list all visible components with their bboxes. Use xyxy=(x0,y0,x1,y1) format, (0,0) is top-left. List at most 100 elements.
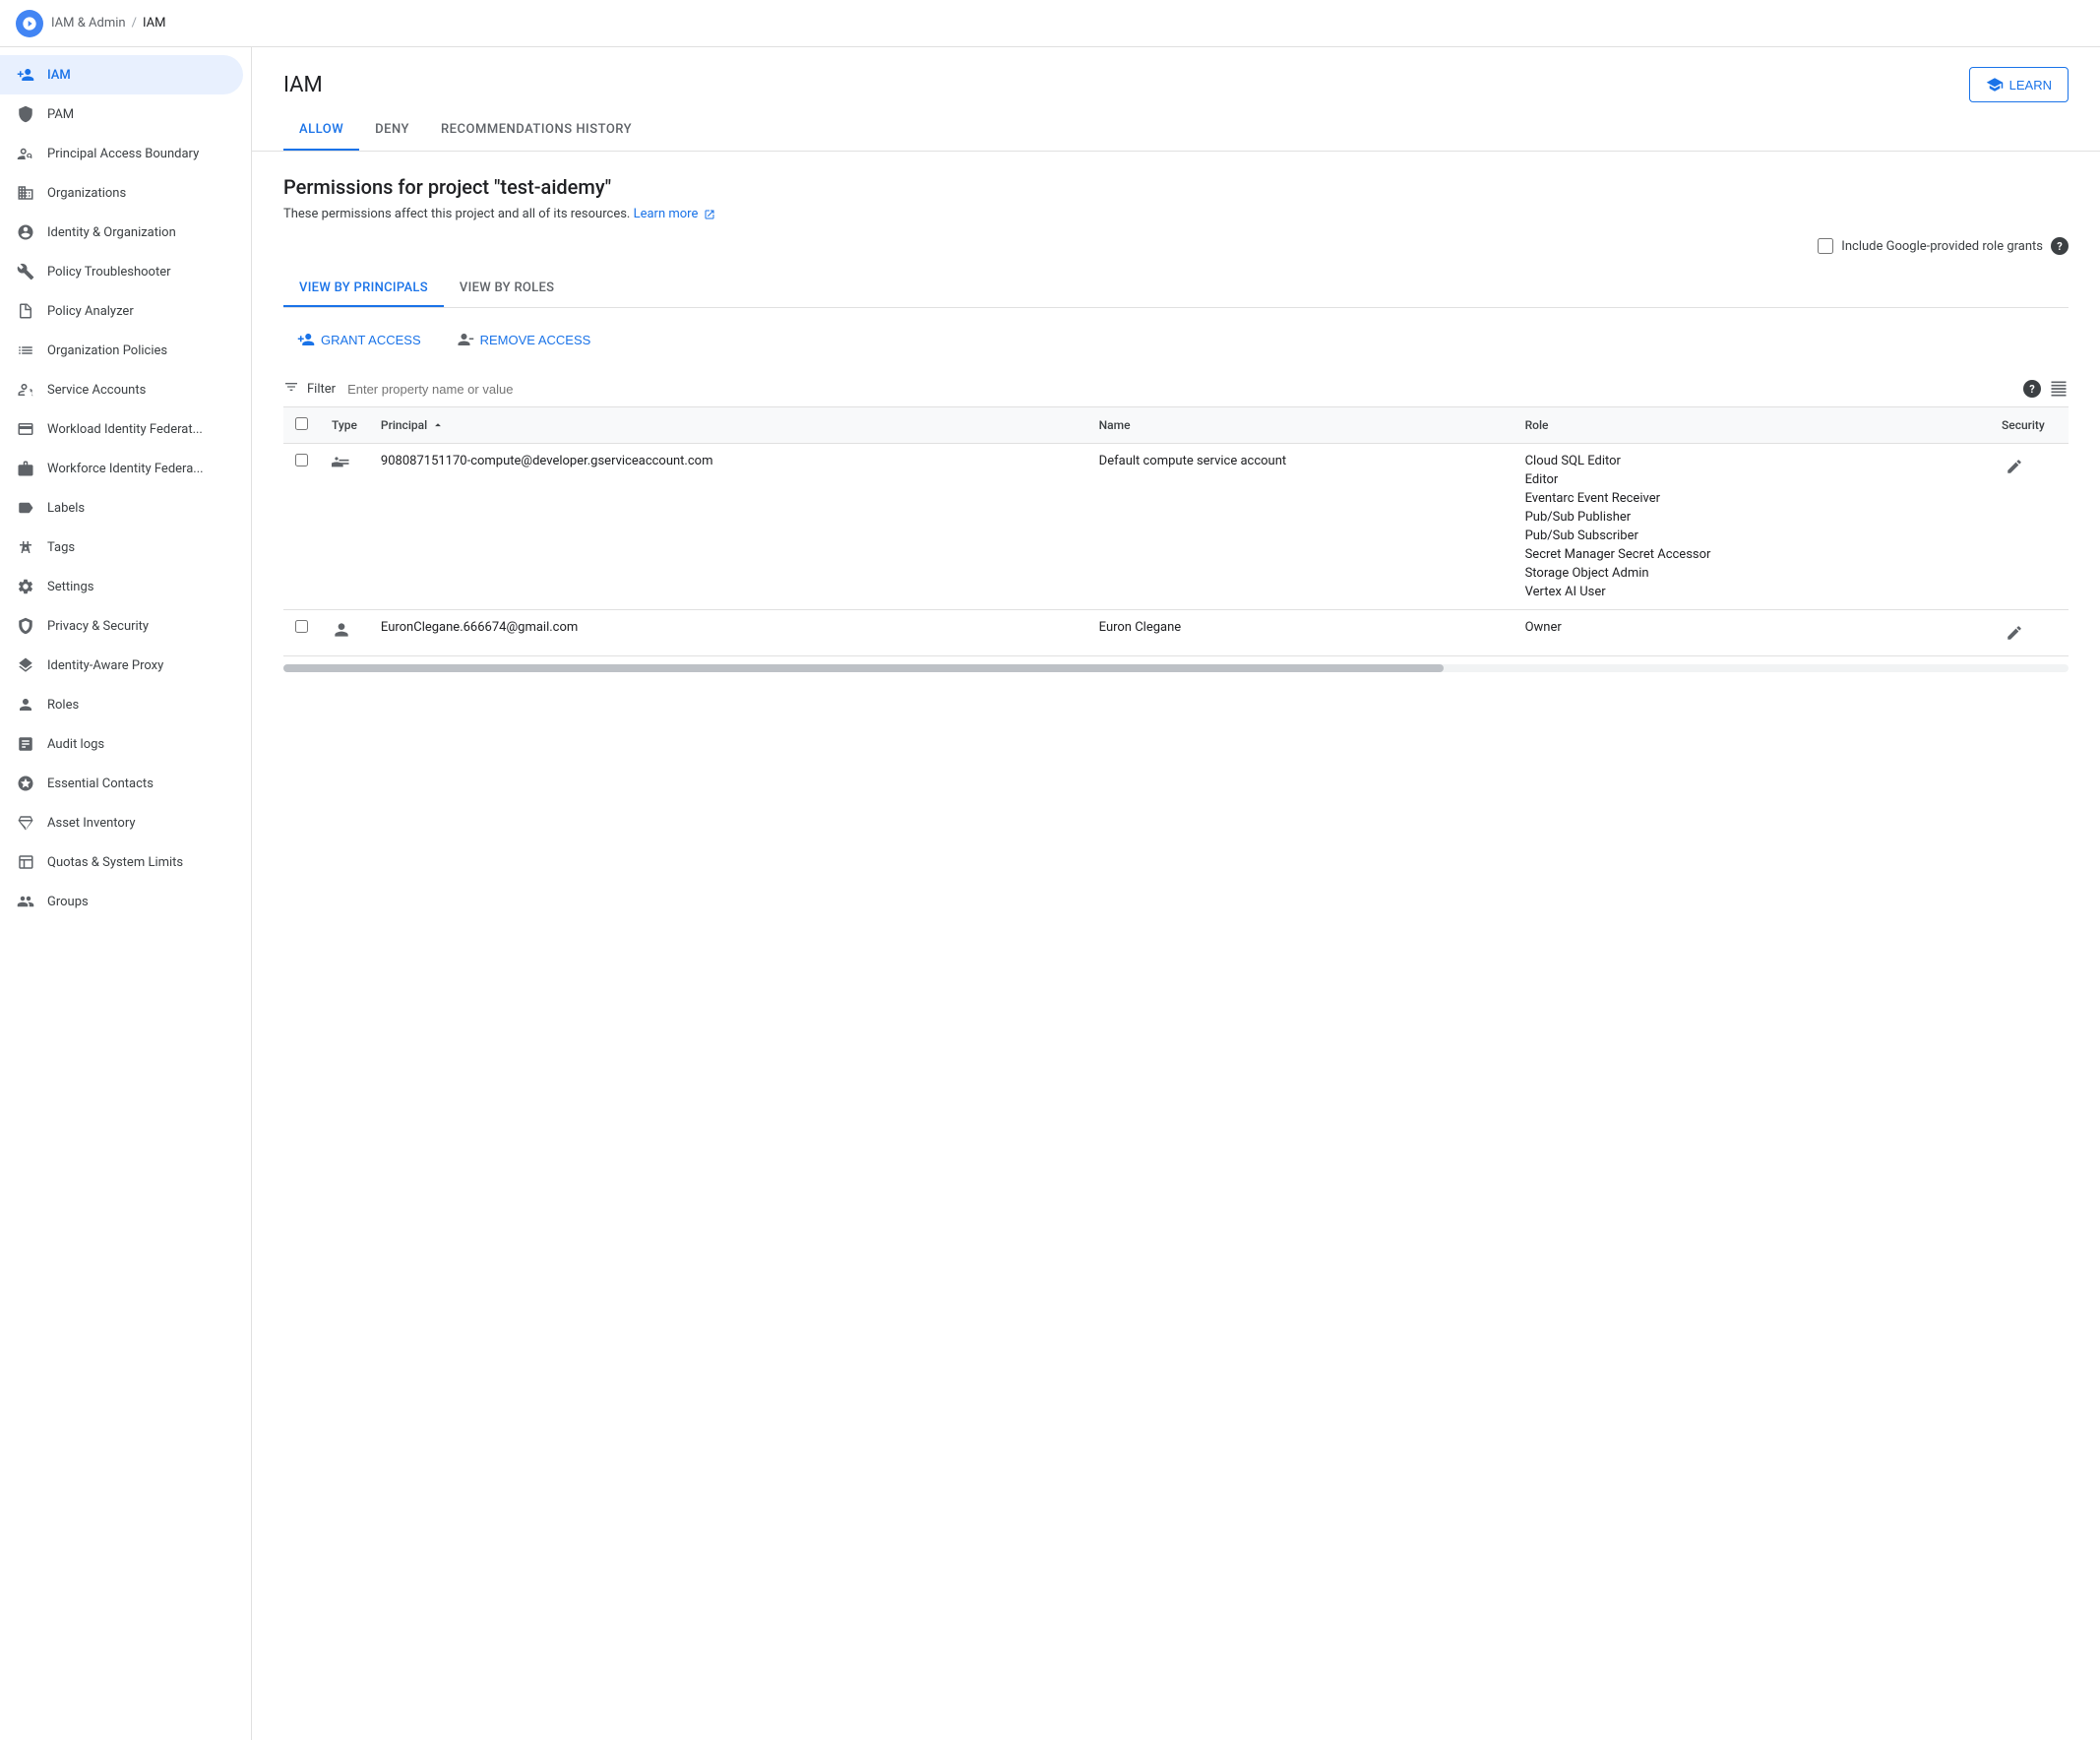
row-checkbox-1[interactable] xyxy=(295,620,308,633)
edit-button-0[interactable] xyxy=(2002,454,2027,479)
columns-icon[interactable] xyxy=(2049,379,2069,399)
sort-asc-icon xyxy=(431,418,445,432)
th-security: Security xyxy=(1990,407,2069,444)
sidebar-icon-workload-identity xyxy=(16,419,35,439)
th-name: Name xyxy=(1087,407,1513,444)
main-content: IAM LEARN ALLOWDENYRECOMMENDATIONS HISTO… xyxy=(252,47,2100,1740)
tab-allow[interactable]: ALLOW xyxy=(283,110,359,151)
th-principal[interactable]: Principal xyxy=(369,407,1087,444)
sidebar-label-audit-logs: Audit logs xyxy=(47,737,104,752)
remove-access-icon xyxy=(457,331,474,348)
role-item: Eventarc Event Receiver xyxy=(1525,491,1978,506)
sidebar-label-policy-troubleshooter: Policy Troubleshooter xyxy=(47,265,171,280)
filter-label: Filter xyxy=(307,382,336,397)
sidebar-item-settings[interactable]: Settings xyxy=(0,567,243,606)
permissions-desc-text: These permissions affect this project an… xyxy=(283,207,630,221)
remove-access-label: REMOVE ACCESS xyxy=(480,333,591,347)
sidebar-item-pam[interactable]: PAM xyxy=(0,94,243,134)
horizontal-scrollbar[interactable] xyxy=(283,664,2069,672)
learn-button[interactable]: LEARN xyxy=(1969,67,2069,102)
sidebar-item-organizations[interactable]: Organizations xyxy=(0,173,243,213)
sidebar-item-service-accounts[interactable]: Service Accounts xyxy=(0,370,243,409)
th-security-label: Security xyxy=(2002,418,2045,432)
sidebar-icon-pam xyxy=(16,104,35,124)
select-all-checkbox[interactable] xyxy=(295,417,308,430)
principals-table: Type Principal Name xyxy=(283,407,2069,656)
sidebar-item-policy-analyzer[interactable]: Policy Analyzer xyxy=(0,291,243,331)
th-role-label: Role xyxy=(1525,418,1549,432)
sidebar-item-quotas[interactable]: Quotas & System Limits xyxy=(0,842,243,882)
sidebar-item-iam[interactable]: IAM xyxy=(0,55,243,94)
sidebar-icon-service-accounts xyxy=(16,380,35,400)
sidebar-label-settings: Settings xyxy=(47,580,93,594)
cell-name: Euron Clegane xyxy=(1087,610,1513,656)
cell-roles: Owner xyxy=(1513,610,1990,656)
breadcrumb: IAM & Admin / IAM xyxy=(51,16,165,31)
cell-security xyxy=(1990,610,2069,656)
sidebar-item-workload-identity[interactable]: Workload Identity Federat... xyxy=(0,409,243,449)
permissions-desc: These permissions affect this project an… xyxy=(283,207,2069,221)
cell-name: Default compute service account xyxy=(1087,444,1513,610)
sidebar-label-tags: Tags xyxy=(47,540,75,555)
page-title: IAM xyxy=(283,73,323,97)
th-principal-label: Principal xyxy=(381,418,427,432)
tab-recommendations[interactable]: RECOMMENDATIONS HISTORY xyxy=(425,110,648,151)
content-area: Permissions for project "test-aidemy" Th… xyxy=(252,152,2100,696)
sidebar-item-pab[interactable]: Principal Access Boundary xyxy=(0,134,243,173)
sidebar-icon-organizations xyxy=(16,183,35,203)
role-item: Editor xyxy=(1525,472,1978,487)
filter-help-icon[interactable]: ? xyxy=(2023,380,2041,398)
include-row: Include Google-provided role grants ? xyxy=(283,237,2069,255)
th-role: Role xyxy=(1513,407,1990,444)
sidebar-item-identity-org[interactable]: Identity & Organization xyxy=(0,213,243,252)
sidebar-item-audit-logs[interactable]: Audit logs xyxy=(0,724,243,764)
main-tabs: ALLOWDENYRECOMMENDATIONS HISTORY xyxy=(252,110,2100,152)
sidebar-item-asset-inventory[interactable]: Asset Inventory xyxy=(0,803,243,842)
learn-more-link[interactable]: Learn more xyxy=(634,207,715,221)
sidebar-item-tags[interactable]: Tags xyxy=(0,528,243,567)
sidebar-item-roles[interactable]: Roles xyxy=(0,685,243,724)
sidebar-label-groups: Groups xyxy=(47,895,89,909)
sidebar-item-groups[interactable]: Groups xyxy=(0,882,243,921)
include-label: Include Google-provided role grants xyxy=(1818,238,2043,254)
sidebar-icon-quotas xyxy=(16,852,35,872)
sidebar-item-privacy-security[interactable]: Privacy & Security xyxy=(0,606,243,646)
sidebar-label-organizations: Organizations xyxy=(47,186,126,201)
sidebar-icon-privacy-security xyxy=(16,616,35,636)
sidebar-icon-policy-troubleshooter xyxy=(16,262,35,281)
filter-input[interactable] xyxy=(347,382,2015,397)
sidebar-item-identity-aware-proxy[interactable]: Identity-Aware Proxy xyxy=(0,646,243,685)
sidebar-label-roles: Roles xyxy=(47,698,79,713)
grant-access-button[interactable]: GRANT ACCESS xyxy=(283,324,435,355)
remove-access-button[interactable]: REMOVE ACCESS xyxy=(443,324,605,355)
sidebar-item-policy-troubleshooter[interactable]: Policy Troubleshooter xyxy=(0,252,243,291)
cell-roles: Cloud SQL EditorEditorEventarc Event Rec… xyxy=(1513,444,1990,610)
cell-principal: 908087151170-compute@developer.gservicea… xyxy=(369,444,1087,610)
sidebar-label-asset-inventory: Asset Inventory xyxy=(47,816,135,831)
sidebar-icon-org-policies xyxy=(16,341,35,360)
permissions-title: Permissions for project "test-aidemy" xyxy=(283,175,2069,199)
role-item: Storage Object Admin xyxy=(1525,566,1978,581)
include-checkbox[interactable] xyxy=(1818,238,1833,254)
sidebar-item-essential-contacts[interactable]: Essential Contacts xyxy=(0,764,243,803)
external-link-icon xyxy=(704,209,715,220)
row-checkbox-0[interactable] xyxy=(295,454,308,466)
breadcrumb-parent[interactable]: IAM & Admin xyxy=(51,16,126,31)
edit-button-1[interactable] xyxy=(2002,620,2027,646)
tab-by-principals[interactable]: VIEW BY PRINCIPALS xyxy=(283,271,444,307)
sidebar-item-labels[interactable]: Labels xyxy=(0,488,243,528)
sidebar-icon-roles xyxy=(16,695,35,715)
learn-label: LEARN xyxy=(2009,78,2052,93)
include-help-icon[interactable]: ? xyxy=(2051,237,2069,255)
filter-icon xyxy=(283,379,299,399)
sidebar-item-org-policies[interactable]: Organization Policies xyxy=(0,331,243,370)
filter-row: Filter ? xyxy=(283,371,2069,407)
grant-access-icon xyxy=(297,331,315,348)
tab-by-roles[interactable]: VIEW BY ROLES xyxy=(444,271,570,307)
sidebar-label-labels: Labels xyxy=(47,501,85,516)
sidebar-item-workforce-identity[interactable]: Workforce Identity Federa... xyxy=(0,449,243,488)
th-name-label: Name xyxy=(1099,418,1131,432)
sidebar-label-quotas: Quotas & System Limits xyxy=(47,855,183,870)
tab-deny[interactable]: DENY xyxy=(359,110,425,151)
scroll-thumb[interactable] xyxy=(283,664,1444,672)
